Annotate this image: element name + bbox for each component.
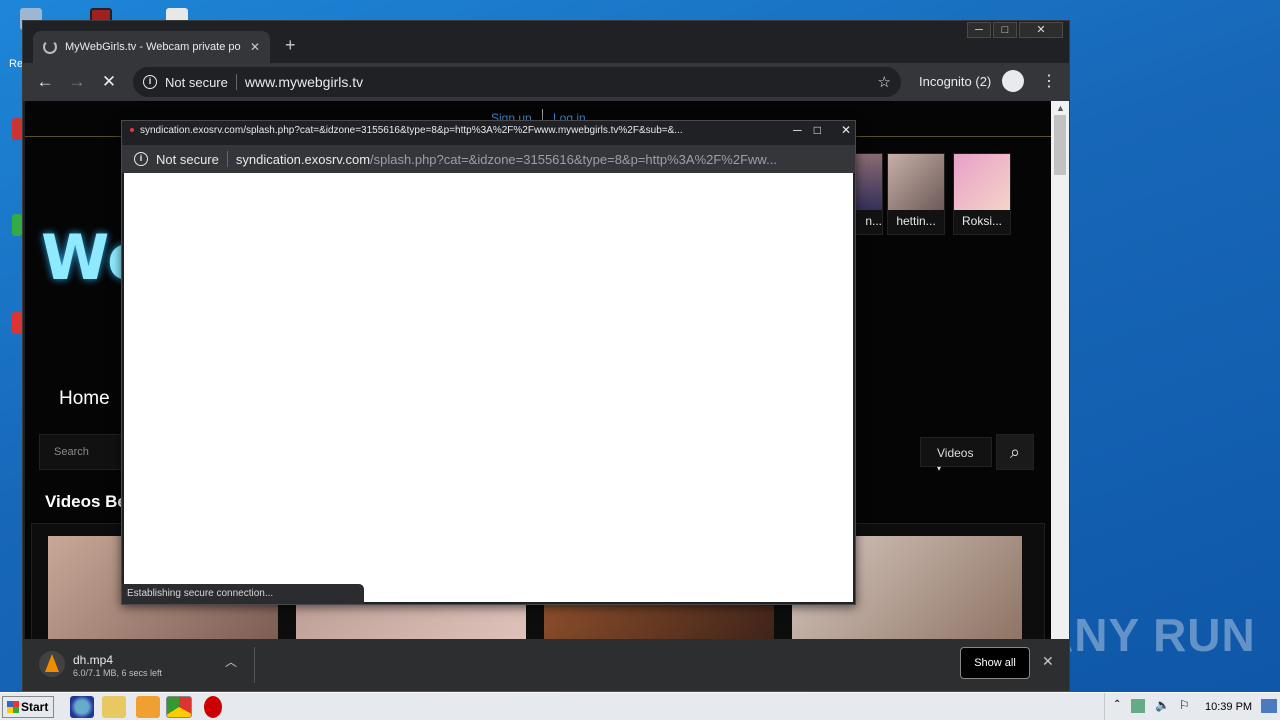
- popup-window-controls: ─ □ ✕: [793, 123, 851, 137]
- page-scrollbar[interactable]: ▲ ▼: [1051, 101, 1069, 659]
- browser-tab[interactable]: MyWebGirls.tv - Webcam private po ✕: [33, 31, 270, 63]
- opera-icon[interactable]: [204, 696, 222, 718]
- search-icon: ⌕: [1009, 442, 1021, 462]
- show-all-button[interactable]: Show all: [960, 647, 1030, 679]
- cam-card[interactable]: hettin...: [887, 153, 945, 235]
- stop-button[interactable]: ✕: [93, 66, 125, 98]
- start-button[interactable]: Start: [2, 696, 54, 718]
- popup-title-text: syndication.exosrv.com/splash.php?cat=&i…: [140, 125, 683, 136]
- new-tab-button[interactable]: +: [285, 35, 296, 56]
- close-button[interactable]: ✕: [1019, 22, 1063, 38]
- scroll-up-icon[interactable]: ▲: [1056, 103, 1065, 113]
- close-button[interactable]: ✕: [841, 123, 851, 137]
- videos-dropdown[interactable]: Videos ▾: [920, 437, 992, 473]
- browser-toolbar: ← → ✕ i Not secure www.mywebgirls.tv ☆ I…: [23, 63, 1069, 101]
- minimize-button[interactable]: ─: [967, 22, 991, 38]
- popup-url-host: syndication.exosrv.com: [235, 151, 371, 167]
- clock[interactable]: 10:39 PM: [1205, 701, 1252, 713]
- taskbar: Start ⌃ 🔈 ⚐ 10:39 PM: [0, 692, 1280, 720]
- desktop-icon-label: Re: [9, 58, 24, 70]
- download-filename[interactable]: dh.mp4: [73, 653, 113, 667]
- cam-thumbnail: [888, 154, 944, 210]
- popup-address-bar[interactable]: i Not secure syndication.exosrv.com /spl…: [122, 145, 855, 173]
- loading-dot-icon: [130, 128, 134, 133]
- divider: [235, 74, 237, 90]
- tab-title: MyWebGirls.tv - Webcam private po: [65, 41, 241, 53]
- caret-down-icon: ▾: [937, 464, 942, 473]
- explorer-icon[interactable]: [102, 696, 126, 718]
- loading-spinner-icon: [43, 40, 57, 54]
- ie-icon[interactable]: [70, 696, 94, 718]
- popup-title: syndication.exosrv.com/splash.php?cat=&i…: [130, 125, 750, 136]
- app-icon[interactable]: [12, 118, 22, 140]
- system-tray: ⌃ 🔈 ⚐: [1104, 693, 1280, 720]
- maximize-button[interactable]: □: [814, 123, 821, 137]
- window-controls: ─ □ ✕: [961, 21, 1069, 39]
- volume-icon[interactable]: 🔈: [1155, 698, 1170, 712]
- tray-expand-icon[interactable]: ⌃: [1113, 699, 1121, 710]
- cam-name: hettin...: [896, 214, 936, 228]
- media-player-icon[interactable]: [136, 696, 160, 718]
- divider: [226, 151, 228, 167]
- chrome-icon[interactable]: [166, 696, 192, 718]
- videos-dropdown-label: Videos: [937, 446, 974, 460]
- tab-close-icon[interactable]: ✕: [250, 40, 260, 54]
- security-label: Not secure: [156, 151, 219, 167]
- download-bar: dh.mp4 6.0/7.1 MB, 6 secs left ︿ Show al…: [23, 639, 1069, 691]
- menu-icon[interactable]: ⋮: [1041, 71, 1057, 91]
- windows-logo-icon: [7, 701, 19, 713]
- scroll-thumb[interactable]: [1054, 115, 1066, 175]
- search-button[interactable]: ⌕: [996, 434, 1034, 470]
- url-text[interactable]: www.mywebgirls.tv: [245, 74, 878, 90]
- cam-thumbnail: [954, 154, 1010, 210]
- vlc-cone-icon: [45, 654, 59, 672]
- incognito-label: Incognito (2): [919, 74, 992, 89]
- back-button[interactable]: ←: [29, 66, 61, 98]
- info-icon[interactable]: i: [134, 152, 148, 166]
- chevron-up-icon[interactable]: ︿: [225, 653, 237, 670]
- popup-url-path: /splash.php?cat=&idzone=3155616&type=8&p…: [370, 151, 777, 167]
- cam-name: Roksi...: [961, 214, 1002, 228]
- videos-heading: Videos Be: [45, 492, 127, 511]
- close-icon[interactable]: ✕: [1042, 653, 1054, 670]
- app-icon[interactable]: [12, 214, 22, 236]
- incognito-icon[interactable]: [1002, 70, 1024, 92]
- popup-content: [124, 173, 853, 602]
- flag-icon[interactable]: ⚐: [1179, 698, 1190, 712]
- popup-window: syndication.exosrv.com/splash.php?cat=&i…: [121, 120, 856, 605]
- divider: [254, 647, 255, 683]
- network-icon[interactable]: [1131, 699, 1145, 713]
- security-label: Not secure: [165, 74, 228, 90]
- minimize-button[interactable]: ─: [793, 123, 802, 137]
- watermark: ANY RUN: [1040, 609, 1256, 661]
- address-bar[interactable]: i Not secure www.mywebgirls.tv ☆: [133, 67, 901, 97]
- bookmark-star-icon[interactable]: ☆: [878, 73, 891, 91]
- cam-card[interactable]: Roksi...: [953, 153, 1011, 235]
- start-label: Start: [21, 700, 49, 714]
- download-status: 6.0/7.1 MB, 6 secs left: [73, 668, 163, 678]
- info-icon[interactable]: i: [143, 75, 157, 89]
- nav-home[interactable]: Home: [59, 388, 110, 410]
- maximize-button[interactable]: □: [993, 22, 1017, 38]
- app-icon[interactable]: [12, 312, 22, 334]
- status-bubble: Establishing secure connection...: [122, 584, 364, 604]
- show-desktop-icon[interactable]: [1261, 699, 1277, 713]
- forward-button[interactable]: →: [61, 66, 93, 98]
